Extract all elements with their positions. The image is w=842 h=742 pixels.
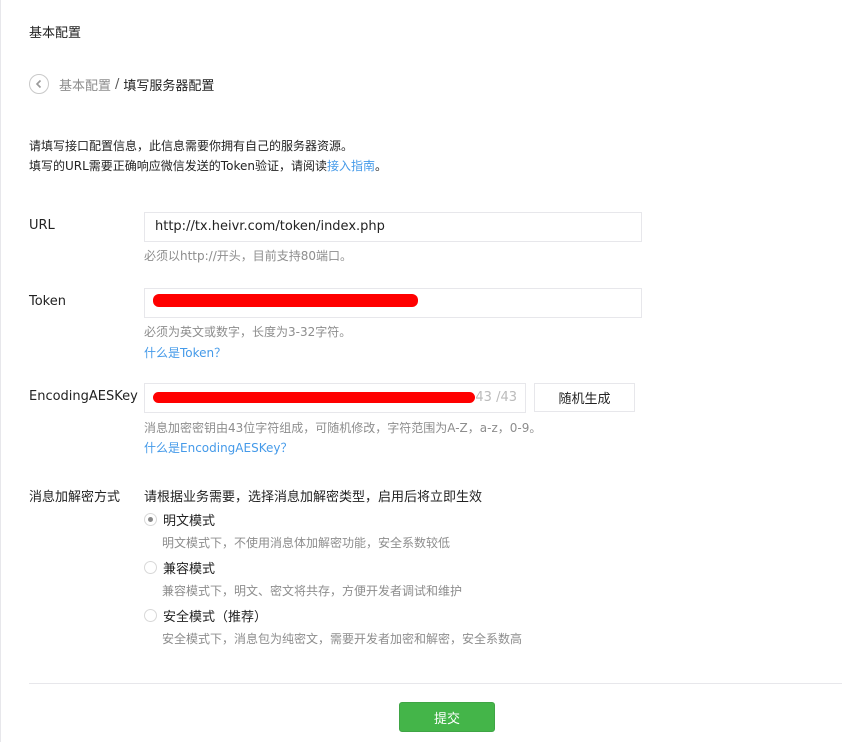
radio-secure-mode[interactable]: 安全模式（推荐） [144,606,267,625]
radio-secure-label: 安全模式（推荐） [163,610,268,625]
token-hint: 必须为英文或数字，长度为3-32字符。 [144,325,352,339]
access-guide-link[interactable]: 接入指南 [327,159,375,173]
breadcrumb: 基本配置 / 填写服务器配置 [29,72,214,96]
breadcrumb-parent[interactable]: 基本配置 [59,75,111,94]
back-button[interactable] [29,74,49,94]
what-is-token-link[interactable]: 什么是Token？ [144,344,226,361]
radio-plaintext-button[interactable] [144,513,157,526]
encryption-mode-description: 请根据业务需要，选择消息加解密类型，启用后将立即生效 [144,490,483,505]
url-input[interactable]: http://tx.heivr.com/token/index.php [144,212,642,242]
aes-key-redaction-mark [153,392,475,403]
intro-text: 请填写接口配置信息，此信息需要你拥有自己的服务器资源。 填写的URL需要正确响应… [29,136,387,176]
aes-key-label: EncodingAESKey [29,389,138,404]
aes-key-counter: 43 /43 [475,390,517,405]
footer-divider [29,683,842,684]
random-generate-button[interactable]: 随机生成 [534,383,635,412]
aes-key-hint: 消息加密密钥由43位字符组成，可随机修改，字符范围为A-Z，a-z，0-9。 [144,421,542,435]
radio-compatible-desc: 兼容模式下，明文、密文将共存，方便开发者调试和维护 [162,584,463,598]
encryption-mode-label: 消息加解密方式 [29,490,121,505]
radio-compatible-mode[interactable]: 兼容模式 [144,558,215,577]
radio-compatible-label: 兼容模式 [163,562,216,577]
token-redaction-mark [153,294,418,307]
intro-line-2: 填写的URL需要正确响应微信发送的Token验证，请阅读接入指南。 [29,156,387,176]
url-hint: 必须以http://开头，目前支持80端口。 [144,249,353,263]
page-title: 基本配置 [29,26,82,41]
intro-line-2-text: 填写的URL需要正确响应微信发送的Token验证，请阅读 [29,159,327,173]
intro-line-1: 请填写接口配置信息，此信息需要你拥有自己的服务器资源。 [29,139,354,153]
token-label: Token [29,294,66,309]
radio-plaintext-desc: 明文模式下，不使用消息体加解密功能，安全系数较低 [162,536,451,550]
radio-secure-button[interactable] [144,609,157,622]
left-border [0,0,1,742]
radio-plaintext-label: 明文模式 [163,514,216,529]
breadcrumb-current: 填写服务器配置 [123,78,215,94]
breadcrumb-separator: / [115,76,120,92]
radio-plaintext-mode[interactable]: 明文模式 [144,510,215,529]
url-label: URL [29,218,55,233]
chevron-left-icon [35,79,42,89]
submit-button[interactable]: 提交 [399,702,495,732]
intro-line-2-end: 。 [374,159,387,173]
radio-compatible-button[interactable] [144,561,157,574]
what-is-aes-key-link[interactable]: 什么是EncodingAESKey？ [144,439,292,456]
radio-secure-desc: 安全模式下，消息包为纯密文，需要开发者加密和解密，安全系数高 [162,632,523,646]
